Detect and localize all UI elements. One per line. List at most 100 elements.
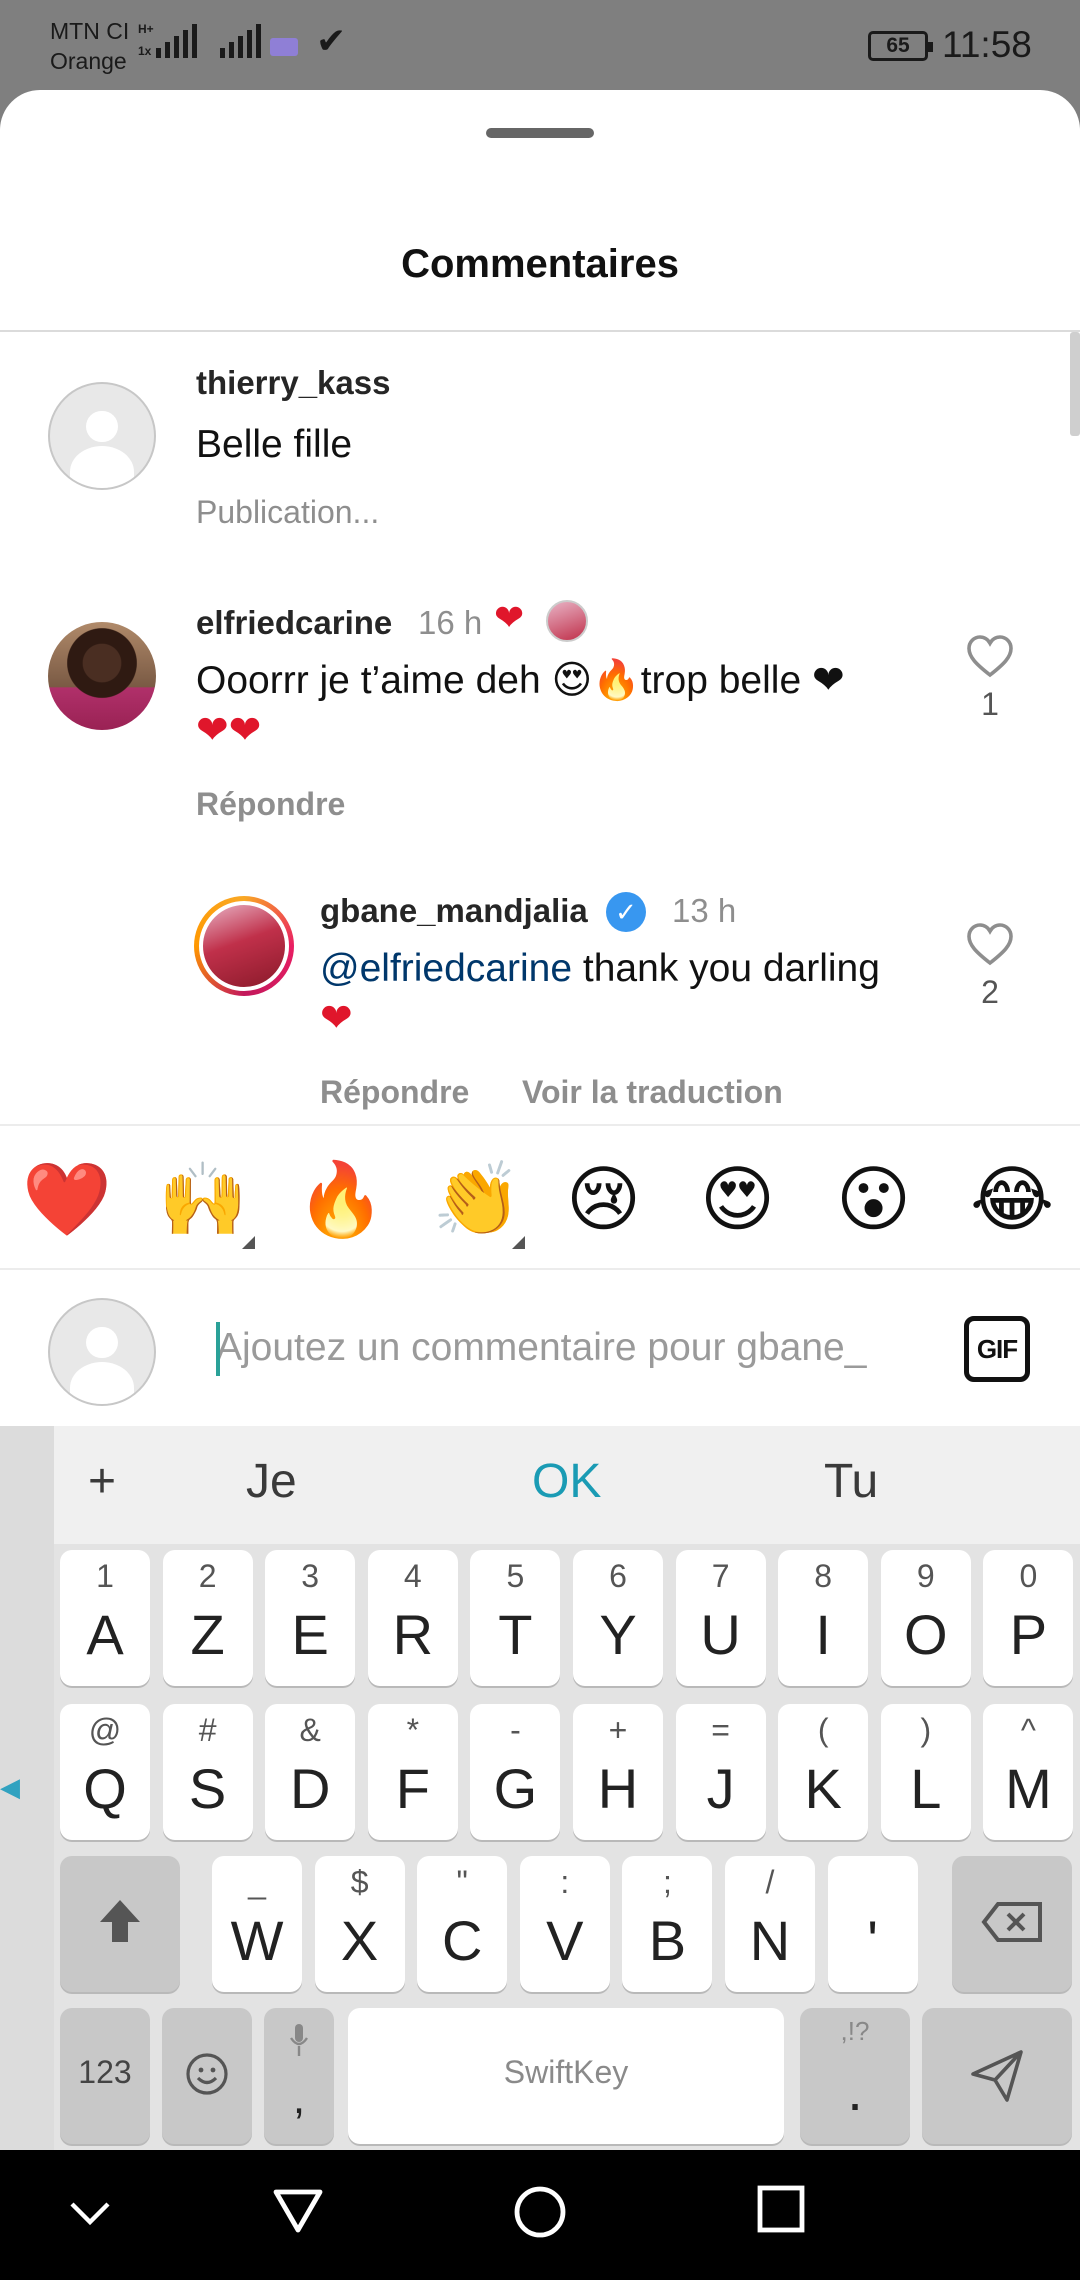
key[interactable]: ' — [827, 1856, 918, 1992]
comment-time: 16 h — [418, 604, 483, 641]
comment-text: Belle fille — [196, 423, 353, 466]
like-count: 1 — [981, 686, 999, 722]
key-label: B — [648, 1909, 687, 1972]
key-label: G — [493, 1757, 538, 1820]
comment-username[interactable]: elfriedcarine — [196, 604, 392, 642]
key-secondary-label: " — [456, 1864, 468, 1900]
recents-icon[interactable] — [756, 2184, 806, 2234]
space-key[interactable]: SwiftKey — [348, 2008, 784, 2144]
emoji-crying[interactable]: 😢 — [566, 1154, 641, 1244]
reply-button[interactable]: Répondre — [320, 1074, 469, 1111]
key-label: L — [910, 1757, 942, 1820]
key-secondary-label: @ — [88, 1712, 122, 1748]
key[interactable]: 7U — [675, 1550, 766, 1686]
home-icon[interactable] — [512, 2184, 568, 2240]
key[interactable]: $ X — [314, 1856, 405, 1992]
key-label: V — [546, 1909, 584, 1972]
key-secondary-label: * — [406, 1712, 420, 1748]
key-label: X — [340, 1909, 379, 1972]
key-secondary-label: / — [765, 1864, 775, 1900]
carrier-2: Orange — [50, 48, 127, 74]
avatar[interactable] — [48, 622, 156, 730]
key[interactable]: 4R — [367, 1550, 458, 1686]
comment-text-line: ❤❤ — [196, 709, 262, 752]
suggestion[interactable]: Tu — [824, 1454, 878, 1509]
key[interactable]: -G — [470, 1704, 561, 1840]
translate-button[interactable]: Voir la traduction — [522, 1074, 783, 1111]
hide-keyboard-icon[interactable] — [68, 2200, 112, 2228]
key-label: R — [392, 1603, 434, 1666]
status-bar: MTN CI Orange H+ 1x ✔ 65 11:58 — [0, 0, 1080, 90]
key[interactable]: @ Q — [60, 1704, 150, 1840]
emoji-clap[interactable]: 👏 — [432, 1154, 522, 1244]
key[interactable]: ) L — [880, 1704, 971, 1840]
emoji-quick-bar: ❤️ 🙌 🔥 👏 😢 😍 😮 😂 — [0, 1124, 1080, 1270]
keyboard: ◀ + Je OK Tu 1A2Z3E4R5T6Y7U8I9O0P @ Q # S & D… — [0, 1426, 1080, 2150]
clock: 11:58 — [942, 24, 1032, 65]
avatar-story[interactable] — [194, 896, 294, 996]
comma-key[interactable]: , — [264, 2008, 334, 2144]
gif-button[interactable]: GIF — [964, 1316, 1030, 1382]
emoji-fire[interactable]: 🔥 — [296, 1154, 386, 1244]
key[interactable]: 3E — [265, 1550, 356, 1686]
numbers-key-label: 123 — [78, 2054, 132, 2090]
emoji-raised-hands[interactable]: 🙌 — [158, 1154, 248, 1244]
key[interactable]: 6Y — [573, 1550, 663, 1686]
variant-indicator-icon — [242, 1236, 255, 1249]
key[interactable]: + H — [573, 1704, 663, 1840]
emoji-laughing[interactable]: 😂 — [970, 1154, 1054, 1244]
key[interactable]: 9O — [880, 1550, 971, 1686]
back-icon[interactable] — [272, 2184, 324, 2236]
network-type-2: 1x — [138, 44, 152, 58]
key[interactable]: :V — [519, 1856, 610, 1992]
notification-icon — [270, 38, 298, 56]
send-key[interactable] — [922, 2008, 1072, 2144]
backspace-key[interactable] — [952, 1856, 1072, 1992]
mention-link[interactable]: @elfriedcarine — [320, 947, 572, 990]
key-secondary-label: 0 — [1019, 1558, 1038, 1594]
key[interactable]: " C — [417, 1856, 508, 1992]
key[interactable]: & D — [265, 1704, 356, 1840]
suggestion-primary[interactable]: OK — [532, 1454, 601, 1509]
punctuation-key[interactable]: ,!? . — [800, 2008, 910, 2144]
key[interactable]: (K — [778, 1704, 869, 1840]
like-button[interactable]: 1 — [960, 634, 1020, 723]
avatar[interactable] — [48, 382, 156, 490]
key[interactable]: # S — [162, 1704, 253, 1840]
key[interactable]: _ W — [212, 1856, 302, 1992]
suggestion-add[interactable]: + — [88, 1454, 116, 1509]
like-button[interactable]: 2 — [960, 922, 1020, 1011]
reply-button[interactable]: Répondre — [196, 786, 345, 823]
heart-icon — [967, 635, 1013, 678]
emoji-key[interactable] — [162, 2008, 252, 2144]
verified-badge-icon: ✓ — [606, 892, 646, 932]
shift-key[interactable] — [60, 1856, 180, 1992]
reply-username[interactable]: gbane_mandjalia — [320, 892, 588, 930]
key[interactable]: 1A — [60, 1550, 150, 1686]
expand-arrow-icon[interactable]: ◀ — [0, 1772, 20, 1803]
key[interactable]: ; B — [622, 1856, 713, 1992]
key[interactable]: 2Z — [162, 1550, 253, 1686]
navigation-bar — [0, 2150, 1080, 2280]
like-count: 2 — [981, 974, 999, 1010]
key[interactable]: 5T — [470, 1550, 561, 1686]
key-label: W — [230, 1909, 284, 1972]
key[interactable]: / N — [725, 1856, 815, 1992]
scrollbar[interactable] — [1070, 332, 1080, 436]
key-secondary-label: + — [608, 1712, 628, 1748]
emoji-surprised[interactable]: 😮 — [836, 1154, 911, 1244]
key[interactable]: ^ M — [983, 1704, 1074, 1840]
comment-username[interactable]: thierry_kass — [196, 364, 390, 402]
comment-input[interactable] — [216, 1320, 916, 1376]
emoji-heart[interactable]: ❤️ — [22, 1154, 112, 1244]
emoji-heart-eyes[interactable]: 😍 — [700, 1154, 775, 1244]
suggestion[interactable]: Je — [246, 1454, 297, 1509]
numbers-key[interactable]: 123 — [60, 2008, 150, 2144]
key[interactable]: * F — [367, 1704, 458, 1840]
key-label: O — [904, 1603, 948, 1666]
signal-icon-2 — [220, 24, 261, 58]
drag-handle[interactable] — [486, 128, 594, 138]
key[interactable]: 0P — [983, 1550, 1074, 1686]
key[interactable]: 8I — [778, 1550, 869, 1686]
key[interactable]: = J — [675, 1704, 766, 1840]
